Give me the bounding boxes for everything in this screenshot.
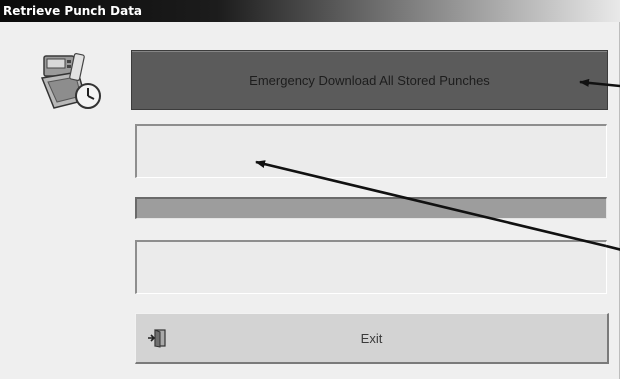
result-message-field [135,240,607,294]
exit-door-icon [148,329,166,348]
exit-label: Exit [360,330,383,346]
title-bar: Retrieve Punch Data [0,0,620,22]
status-message-field [135,124,607,178]
time-clock-icon [40,53,101,109]
exit-button[interactable]: Exit [135,313,609,364]
emergency-download-label: Emergency Download All Stored Punches [249,72,490,88]
retrieve-punch-data-window: Retrieve Punch Data Emergency Download A… [0,0,620,379]
emergency-download-button[interactable]: Emergency Download All Stored Punches [131,50,608,110]
download-progress-bar [135,197,607,219]
window-title: Retrieve Punch Data [3,4,143,18]
